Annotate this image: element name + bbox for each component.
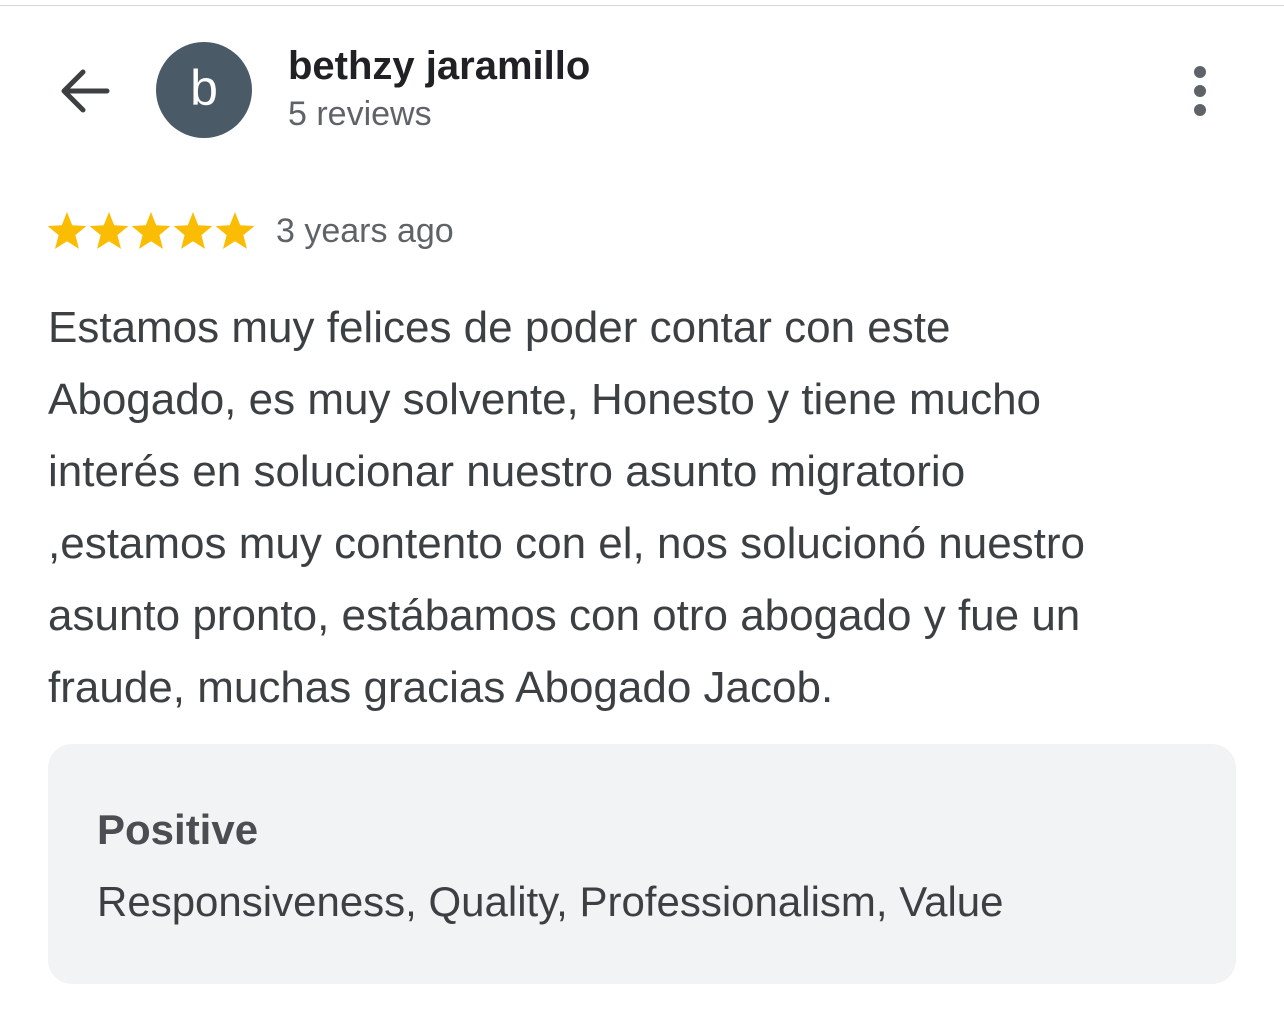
review-text-line: Abogado, es muy solvente, Honesto y tien… (48, 375, 1042, 424)
reviewer-name[interactable]: bethzy jaramillo (288, 44, 590, 89)
review-count: 5 reviews (288, 95, 432, 133)
review-text-line: fraude, muchas gracias Abogado Jacob. (48, 663, 834, 712)
review-text-line: asunto pronto, estábamos con otro abogad… (48, 591, 1081, 640)
star-icon (89, 212, 129, 249)
review-text-line: interés en solucionar nuestro asunto mig… (48, 447, 966, 496)
review-text-line: Estamos muy felices de poder contar con … (48, 303, 951, 352)
star-icon (131, 212, 171, 249)
top-divider (0, 5, 1284, 6)
back-button[interactable] (54, 62, 114, 120)
review-timestamp: 3 years ago (276, 212, 454, 250)
avatar-initial: b (190, 60, 218, 116)
avatar[interactable]: b (156, 42, 252, 138)
attributes-title: Positive (97, 806, 259, 853)
star-icon (47, 212, 87, 249)
attributes-card: Positive Responsiveness, Quality, Profes… (48, 744, 1236, 984)
review-text: Estamos muy felices de poder contar con … (48, 292, 1238, 724)
star-icon (215, 212, 255, 249)
arrow-back-icon (61, 69, 110, 113)
star-icon (173, 212, 213, 249)
more-options-button[interactable] (1176, 60, 1224, 122)
review-text-line: ,estamos muy contento con el, nos soluci… (48, 519, 1086, 568)
more-vert-icon (1194, 66, 1206, 116)
star-rating (46, 210, 256, 252)
attributes-values: Responsiveness, Quality, Professionalism… (97, 878, 1004, 925)
review-detail-page: b bethzy jaramillo 5 reviews 3 years ago… (0, 0, 1284, 1016)
